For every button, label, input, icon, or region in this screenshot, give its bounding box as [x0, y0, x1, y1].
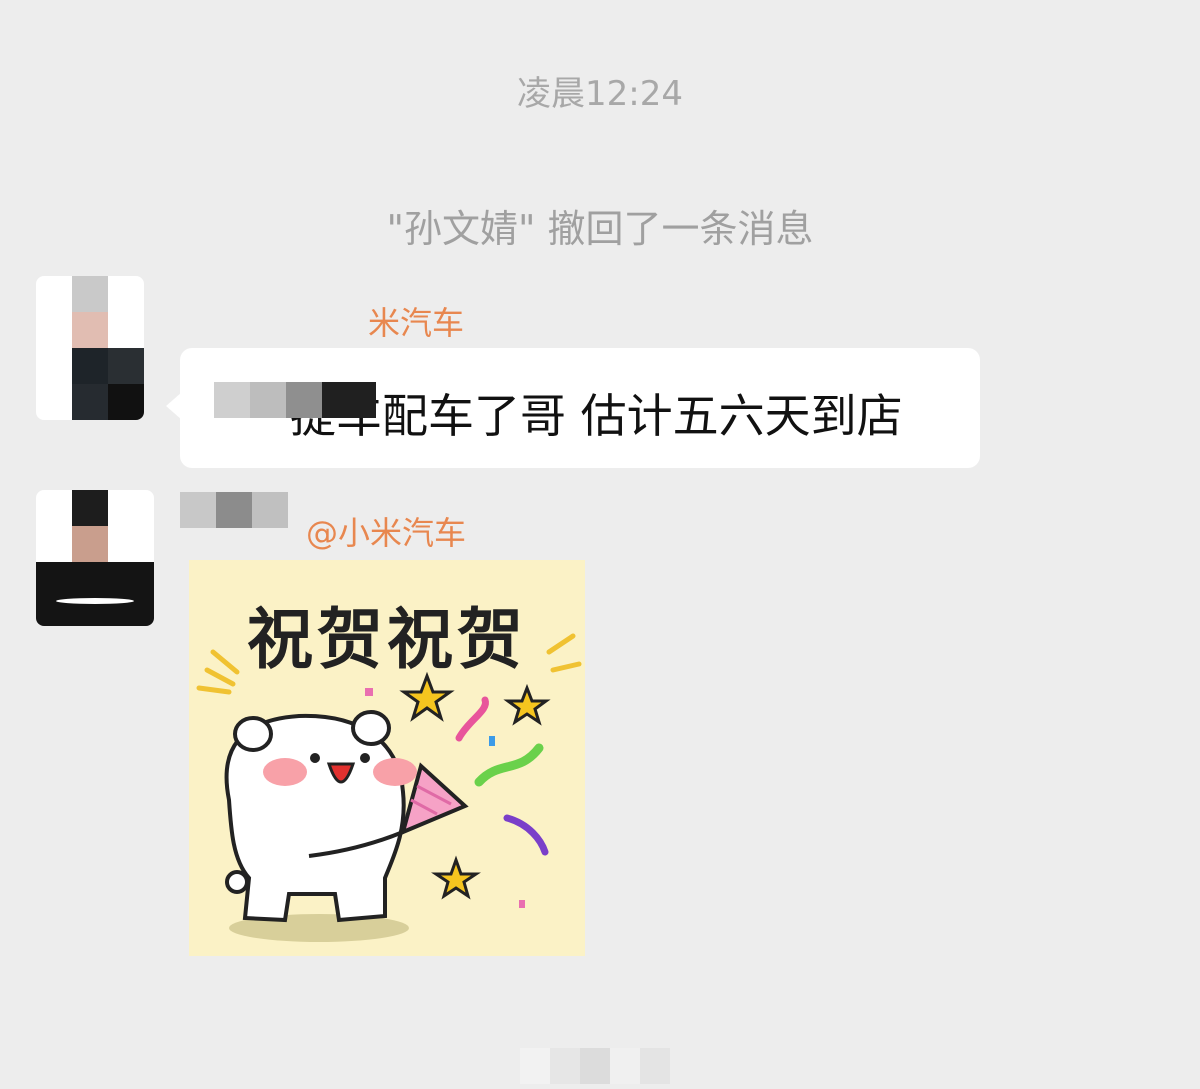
recall-notice: "孙文婧" 撤回了一条消息 — [386, 207, 814, 251]
timestamp: 凌晨12:24 — [517, 74, 683, 114]
avatar[interactable] — [36, 276, 144, 420]
mosaic-redaction — [180, 492, 288, 528]
celebrating-bear-sticker — [196, 633, 582, 942]
sender-name: 米汽车 — [368, 304, 465, 342]
sender-name: @小米汽车 — [306, 514, 467, 552]
message-text: 提车配车了哥 估计五六天到店 — [290, 389, 903, 443]
sticker-message[interactable]: 祝贺祝贺 — [189, 560, 585, 956]
avatar[interactable] — [36, 490, 154, 626]
mosaic-redaction — [214, 382, 376, 418]
